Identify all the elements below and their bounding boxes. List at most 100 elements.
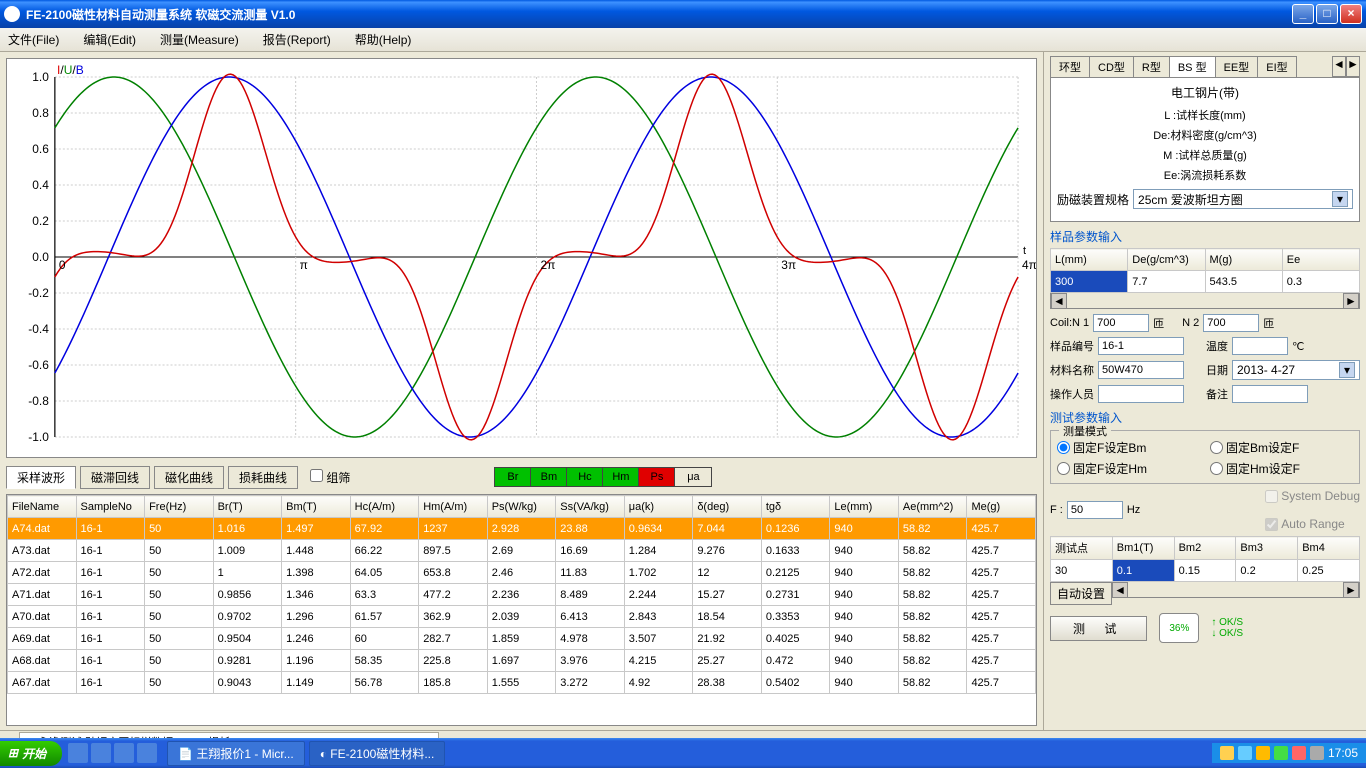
- legend-hc[interactable]: Hc: [567, 468, 603, 486]
- col-header[interactable]: δ(deg): [693, 496, 762, 518]
- chevron-down-icon[interactable]: ▾: [1332, 191, 1348, 207]
- sample-type-tab[interactable]: R型: [1133, 56, 1170, 77]
- testpoint-cell[interactable]: 30: [1051, 560, 1113, 582]
- taskbar-item-active[interactable]: ◐ FE-2100磁性材料...: [309, 741, 446, 766]
- tab-hysteresis[interactable]: 磁滞回线: [80, 466, 150, 489]
- sample-value-cell[interactable]: 543.5: [1205, 271, 1282, 293]
- menu-edit[interactable]: 编辑(Edit): [83, 31, 136, 48]
- sample-type-tab[interactable]: EI型: [1257, 56, 1296, 77]
- quicklaunch-icon[interactable]: [137, 743, 157, 763]
- sample-hscroll[interactable]: ◄►: [1050, 293, 1360, 309]
- tab-scroll-left[interactable]: ◄: [1332, 56, 1346, 77]
- col-header[interactable]: μa(k): [624, 496, 693, 518]
- sample-params-table[interactable]: L(mm)De(g/cm^3)M(g)Ee 3007.7543.50.3: [1050, 248, 1360, 293]
- col-header[interactable]: Ae(mm^2): [898, 496, 967, 518]
- sysdebug-check[interactable]: System Debug: [1265, 489, 1360, 503]
- maximize-button[interactable]: □: [1316, 4, 1338, 24]
- test-points-table[interactable]: 测试点Bm1(T)Bm2Bm3Bm4 300.10.150.20.25: [1050, 536, 1360, 582]
- legend-ps[interactable]: Ps: [639, 468, 675, 486]
- svg-text:0.2: 0.2: [32, 214, 49, 228]
- quicklaunch-icon[interactable]: [114, 743, 134, 763]
- coil-n1-input[interactable]: [1093, 314, 1149, 332]
- quicklaunch-icon[interactable]: [68, 743, 88, 763]
- col-header[interactable]: Me(g): [967, 496, 1036, 518]
- chart-svg: -1.0-0.8-0.6-0.4-0.20.00.20.40.60.81.00π…: [7, 59, 1036, 457]
- tab-loss[interactable]: 损耗曲线: [228, 466, 298, 489]
- table-row[interactable]: A70.dat16-1500.97021.29661.57362.92.0396…: [8, 606, 1036, 628]
- col-header[interactable]: Le(mm): [830, 496, 899, 518]
- col-header[interactable]: Fre(Hz): [145, 496, 214, 518]
- col-header[interactable]: Ps(W/kg): [487, 496, 556, 518]
- legend-hm[interactable]: Hm: [603, 468, 639, 486]
- sample-type-tab[interactable]: EE型: [1215, 56, 1259, 77]
- col-header[interactable]: Bm(T): [282, 496, 351, 518]
- tray-icon[interactable]: [1220, 746, 1234, 760]
- table-row[interactable]: A68.dat16-1500.92811.19658.35225.81.6973…: [8, 650, 1036, 672]
- menu-file[interactable]: 文件(File): [8, 31, 59, 48]
- table-row[interactable]: A67.dat16-1500.90431.14956.78185.81.5553…: [8, 672, 1036, 694]
- menu-report[interactable]: 报告(Report): [263, 31, 331, 48]
- close-button[interactable]: ×: [1340, 4, 1362, 24]
- legend-ua[interactable]: μa: [675, 468, 711, 486]
- col-header[interactable]: Br(T): [213, 496, 282, 518]
- tab-scroll-right[interactable]: ►: [1346, 56, 1360, 77]
- tray-icon[interactable]: [1256, 746, 1270, 760]
- col-header[interactable]: FileName: [8, 496, 77, 518]
- table-row[interactable]: A74.dat16-1501.0161.49767.9212372.92823.…: [8, 518, 1036, 540]
- table-row[interactable]: A69.dat16-1500.95041.24660282.71.8594.97…: [8, 628, 1036, 650]
- tp-hscroll[interactable]: ◄►: [1112, 582, 1360, 598]
- testpoint-cell[interactable]: 0.2: [1236, 560, 1298, 582]
- tab-magnetization[interactable]: 磁化曲线: [154, 466, 224, 489]
- coil-n2-input[interactable]: [1203, 314, 1259, 332]
- mode-bm-f[interactable]: 固定Bm设定F: [1210, 439, 1353, 456]
- start-button[interactable]: ⊞开始: [0, 741, 62, 766]
- col-header[interactable]: Hm(A/m): [419, 496, 488, 518]
- sample-value-cell[interactable]: 300: [1051, 271, 1128, 293]
- results-table[interactable]: FileNameSampleNoFre(Hz)Br(T)Bm(T)Hc(A/m)…: [6, 494, 1037, 726]
- col-header[interactable]: Hc(A/m): [350, 496, 419, 518]
- operator-input[interactable]: [1098, 385, 1184, 403]
- col-header[interactable]: Ss(VA/kg): [556, 496, 625, 518]
- sample-value-cell[interactable]: 0.3: [1282, 271, 1359, 293]
- legend-bm[interactable]: Bm: [531, 468, 567, 486]
- test-button[interactable]: 测 试: [1050, 616, 1147, 641]
- mode-f-bm[interactable]: 固定F设定Bm: [1057, 439, 1200, 456]
- quicklaunch-icon[interactable]: [91, 743, 111, 763]
- testpoint-cell[interactable]: 0.15: [1174, 560, 1236, 582]
- group-filter-checkbox[interactable]: 组筛: [310, 469, 350, 486]
- tray-icon[interactable]: [1292, 746, 1306, 760]
- chevron-down-icon[interactable]: ▾: [1339, 362, 1355, 378]
- auto-set-button[interactable]: 自动设置: [1050, 582, 1112, 605]
- system-tray[interactable]: 17:05: [1212, 743, 1366, 763]
- date-combo[interactable]: 2013- 4-27▾: [1232, 360, 1360, 380]
- tray-icon[interactable]: [1238, 746, 1252, 760]
- menu-help[interactable]: 帮助(Help): [355, 31, 412, 48]
- device-spec-combo[interactable]: 25cm 爱波斯坦方圈▾: [1133, 189, 1353, 209]
- sample-type-tab[interactable]: CD型: [1089, 56, 1134, 77]
- col-header[interactable]: tgδ: [761, 496, 830, 518]
- table-row[interactable]: A73.dat16-1501.0091.44866.22897.52.6916.…: [8, 540, 1036, 562]
- autorange-check[interactable]: Auto Range: [1265, 517, 1360, 531]
- testpoint-cell[interactable]: 0.1: [1112, 560, 1174, 582]
- testpoint-cell[interactable]: 0.25: [1298, 560, 1360, 582]
- minimize-button[interactable]: _: [1292, 4, 1314, 24]
- sample-type-tab[interactable]: 环型: [1050, 56, 1090, 77]
- material-input[interactable]: [1098, 361, 1184, 379]
- tray-icon[interactable]: [1310, 746, 1324, 760]
- freq-input[interactable]: [1067, 501, 1123, 519]
- sample-no-input[interactable]: [1098, 337, 1184, 355]
- menu-measure[interactable]: 测量(Measure): [160, 31, 239, 48]
- table-row[interactable]: A71.dat16-1500.98561.34663.3477.22.2368.…: [8, 584, 1036, 606]
- sample-type-tab[interactable]: BS 型: [1169, 56, 1216, 77]
- legend-br[interactable]: Br: [495, 468, 531, 486]
- mode-f-hm[interactable]: 固定F设定Hm: [1057, 460, 1200, 477]
- taskbar-item[interactable]: 📄 王翔报价1 - Micr...: [167, 741, 305, 766]
- remark-input[interactable]: [1232, 385, 1308, 403]
- tab-sample-wave[interactable]: 采样波形: [6, 466, 76, 489]
- sample-value-cell[interactable]: 7.7: [1128, 271, 1205, 293]
- tray-icon[interactable]: [1274, 746, 1288, 760]
- temp-input[interactable]: [1232, 337, 1288, 355]
- col-header[interactable]: SampleNo: [76, 496, 145, 518]
- table-row[interactable]: A72.dat16-15011.39864.05653.82.4611.831.…: [8, 562, 1036, 584]
- mode-hm-f[interactable]: 固定Hm设定F: [1210, 460, 1353, 477]
